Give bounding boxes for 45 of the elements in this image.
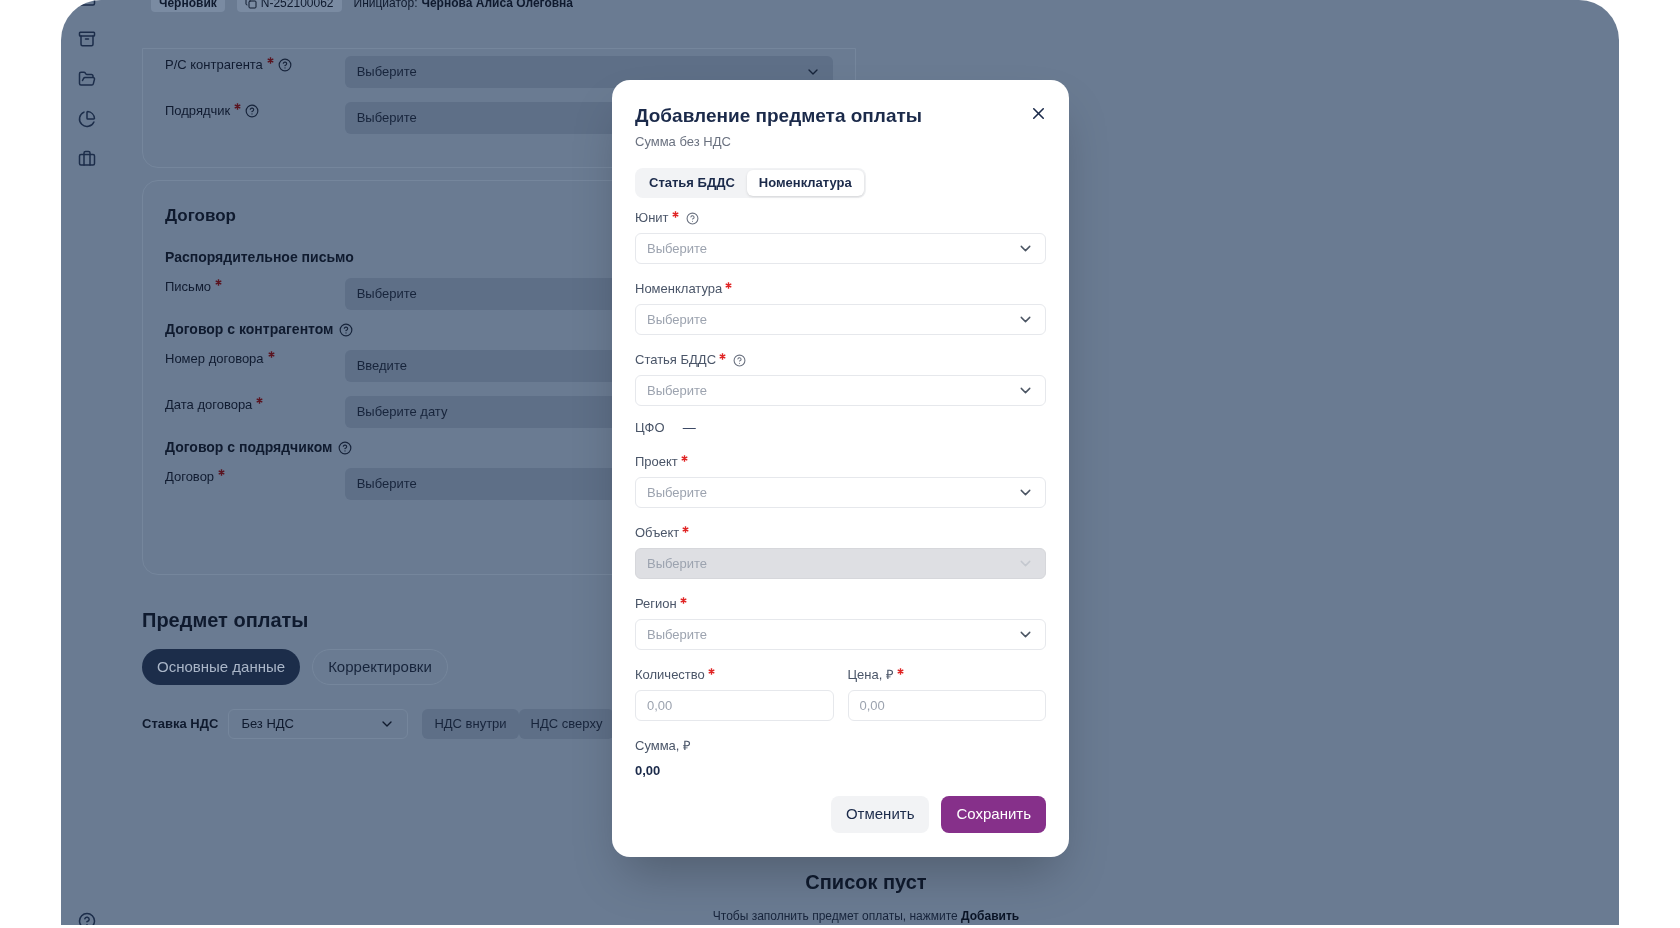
select-field[interactable]: Выберите — [635, 233, 1046, 264]
field-label: Статья БДДС — [635, 351, 717, 370]
vat-label: Ставка НДС — [142, 715, 219, 734]
field-label: Объект — [635, 524, 680, 543]
field-label: Письмо — [165, 277, 212, 296]
archive-icon[interactable] — [78, 30, 96, 48]
subsection-title: Договор с подрядчиком — [165, 438, 333, 457]
save-button[interactable]: Сохранить — [941, 795, 1046, 833]
field-label: Цена, ₽ — [847, 666, 894, 685]
input-field[interactable]: 0,00 — [635, 690, 834, 721]
empty-title: Список пуст — [805, 870, 927, 895]
field-label: Подрядчик — [165, 102, 231, 120]
vat-option[interactable]: НДС внутри — [422, 709, 519, 739]
field-label: Р/С контрагента — [165, 56, 263, 74]
field-label: Юнит — [635, 209, 669, 228]
tab[interactable]: Номенклатура — [746, 170, 864, 196]
select-field[interactable]: Выберите — [635, 477, 1046, 508]
briefcase-icon[interactable] — [78, 150, 96, 168]
subsection-title: Договор с контрагентом — [165, 320, 334, 339]
select-field[interactable]: Выберите — [635, 619, 1046, 650]
field-label: Номер договора — [165, 349, 264, 368]
cancel-button[interactable]: Отменить — [830, 795, 930, 833]
section-title: Договор — [165, 205, 236, 227]
help-icon[interactable] — [78, 912, 96, 925]
input-field[interactable]: 0,00 — [847, 690, 1046, 721]
vat-select[interactable]: Без НДС — [228, 709, 409, 739]
select-field[interactable]: Выберите — [635, 304, 1046, 335]
field-label: Дата договора — [165, 395, 253, 414]
folder-icon[interactable] — [78, 70, 96, 88]
subsection-title: Распорядительное письмо — [165, 248, 354, 267]
vat-option[interactable]: НДС сверху — [518, 709, 615, 739]
copy-icon[interactable] — [244, 0, 257, 9]
field-label: Количество — [635, 666, 705, 685]
tab[interactable]: Основные данные — [142, 649, 301, 685]
empty-hint: Чтобы заполнить предмет оплаты, нажмите Добавить — [712, 908, 1020, 925]
field-label: Договор — [165, 467, 215, 486]
field-label: Сумма, ₽ — [635, 737, 692, 756]
field-label: Регион — [635, 595, 677, 614]
select-field[interactable]: Выберите — [635, 375, 1046, 406]
pie-chart-icon[interactable] — [78, 110, 96, 128]
section-title: Предмет оплаты — [142, 608, 309, 633]
dialog-subtitle: Сумма без НДС — [635, 132, 732, 151]
total-value: 0,00 — [635, 762, 662, 780]
field-label: Номенклатура — [635, 280, 723, 299]
tab[interactable]: Статья БДДС — [637, 170, 747, 196]
